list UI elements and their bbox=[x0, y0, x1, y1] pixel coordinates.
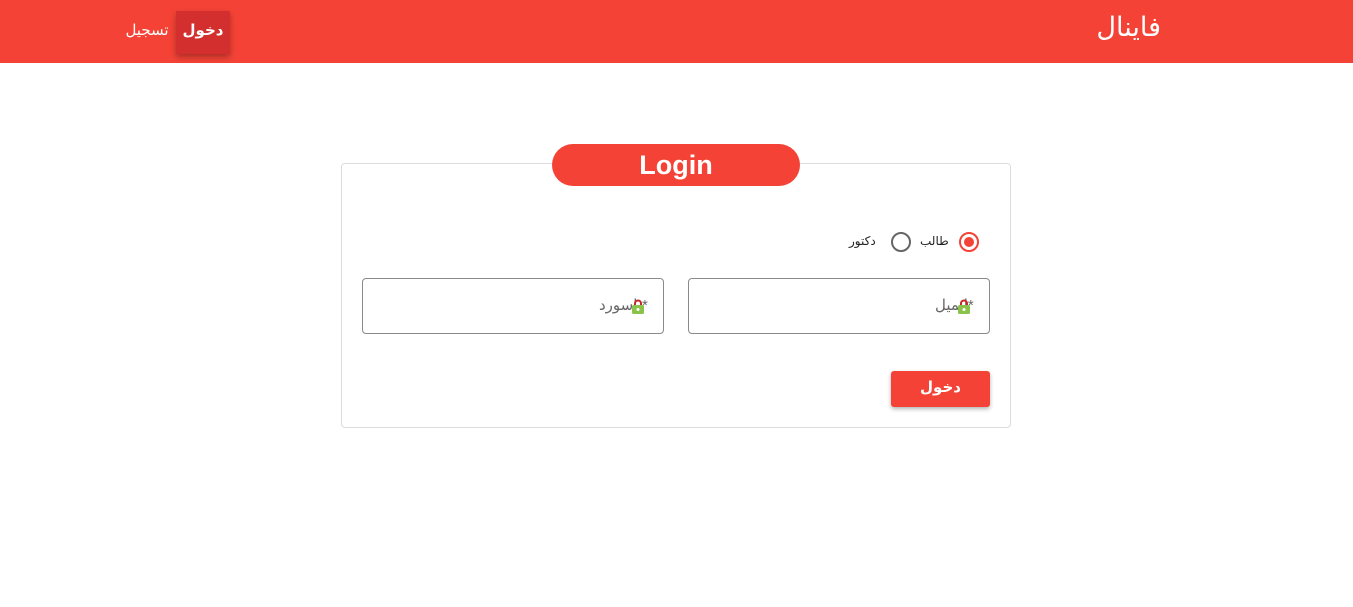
email-field[interactable]: ايميل* bbox=[688, 278, 990, 334]
role-radio-student[interactable] bbox=[959, 232, 979, 252]
nav-login-button[interactable]: دخول bbox=[176, 11, 230, 54]
login-submit-button[interactable]: دخول bbox=[891, 371, 990, 407]
role-label-student: طالب bbox=[920, 234, 949, 248]
role-radio-doctor[interactable] bbox=[891, 232, 911, 252]
role-label-doctor: دكتور bbox=[849, 234, 876, 248]
nav-register-button[interactable]: تسجيل bbox=[122, 11, 172, 51]
password-manager-lock-icon[interactable] bbox=[630, 299, 646, 320]
radio-selected-dot bbox=[964, 237, 974, 247]
password-manager-lock-icon[interactable] bbox=[956, 299, 972, 320]
login-card-title: Login bbox=[552, 144, 800, 186]
brand-title[interactable]: فاينال bbox=[1096, 10, 1161, 46]
password-field[interactable]: باسورد* bbox=[362, 278, 664, 334]
top-app-bar: فاينال دخول تسجيل bbox=[0, 0, 1353, 63]
